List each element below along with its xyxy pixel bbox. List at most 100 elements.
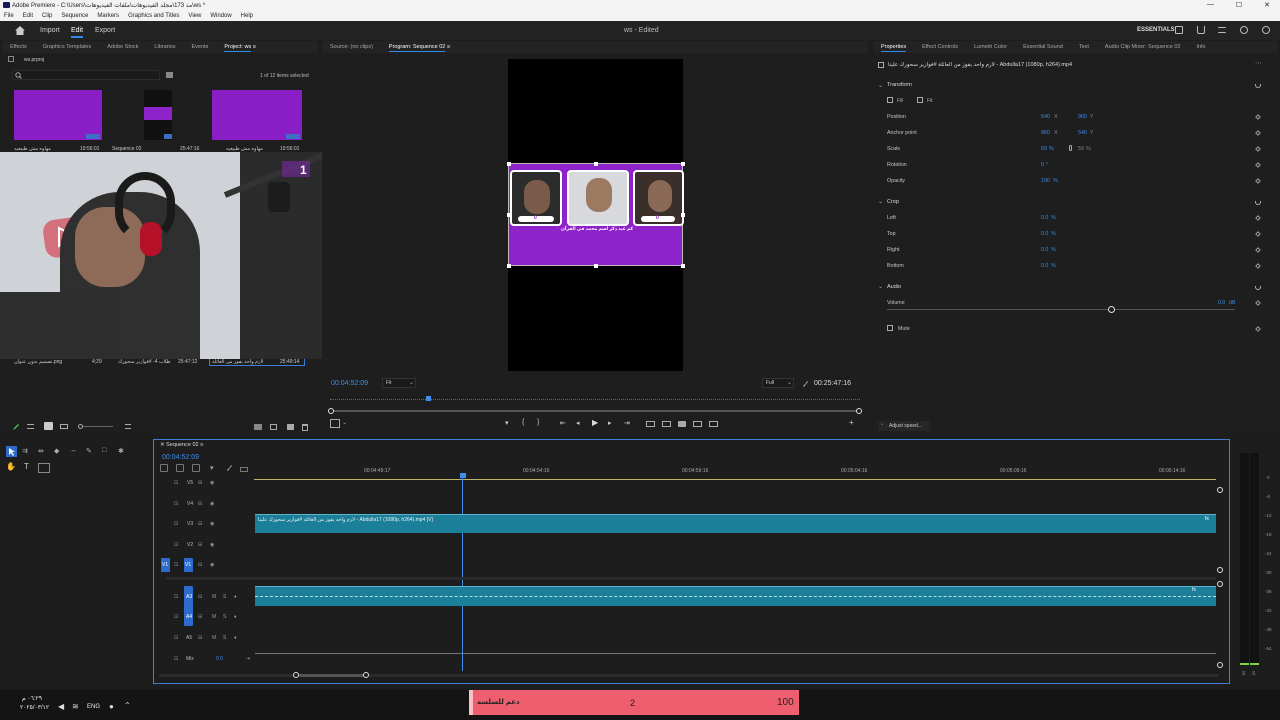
keyframe-icon[interactable] <box>1255 300 1261 306</box>
selected-clip-transform-box[interactable]: 0 كم عيد ذكر اسم محمد في القرآن 0 <box>507 162 685 268</box>
safe-margins-button[interactable] <box>330 419 340 428</box>
menu-edit[interactable]: Edit <box>23 13 33 19</box>
lock-icon[interactable]: ⊡ <box>174 480 178 486</box>
volume-slider-handle[interactable] <box>1108 306 1115 313</box>
sync-lock-icon[interactable]: ⊟ <box>198 501 202 507</box>
timeline-timecode[interactable]: 00:04:52:09 <box>162 454 199 461</box>
eye-icon[interactable]: ◉ <box>210 521 214 527</box>
work-area-bar[interactable] <box>254 479 1216 480</box>
eye-icon[interactable]: ◉ <box>210 562 214 568</box>
track-select-icon[interactable]: ⇉ <box>22 447 28 455</box>
crop-bottom-value[interactable]: 0.0 <box>1041 263 1048 269</box>
microphone-icon[interactable]: ● <box>109 702 114 711</box>
transform-handle-br[interactable] <box>681 264 685 268</box>
lock-icon[interactable]: ⊡ <box>174 656 178 662</box>
type-tool-icon[interactable]: T <box>24 462 29 471</box>
razor-icon[interactable]: ◆ <box>54 447 59 455</box>
scale-value[interactable]: 59 <box>1041 146 1047 152</box>
keyframe-icon[interactable] <box>1255 247 1261 253</box>
mute-checkbox[interactable] <box>887 325 893 331</box>
tab-events[interactable]: Events <box>184 44 217 50</box>
video-scroll-handle-top[interactable] <box>1217 487 1223 493</box>
profile-icon[interactable] <box>1262 26 1270 34</box>
new-bin-icon[interactable] <box>166 72 173 78</box>
share-icon[interactable] <box>1197 26 1205 34</box>
menu-file[interactable]: File <box>4 13 14 19</box>
reset-icon[interactable] <box>1255 84 1261 88</box>
solo-right-button[interactable]: S <box>1252 671 1255 677</box>
more-options-icon[interactable]: ⋯ <box>1255 59 1262 67</box>
zoom-slider-track[interactable] <box>83 426 113 427</box>
playhead-timecode[interactable]: 00:04:52:09 <box>331 380 368 387</box>
crop-right-value[interactable]: 0.0 <box>1041 247 1048 253</box>
wrench-icon[interactable] <box>802 380 809 387</box>
adjust-speed-button[interactable]: ◔ Adjust speed... <box>878 421 930 431</box>
audio-clip-a3[interactable]: fx <box>255 586 1216 606</box>
keyframe-icon[interactable] <box>1255 162 1261 168</box>
item-name[interactable]: تصميم بدون عنوان.png <box>14 359 62 365</box>
tab-effects[interactable]: Effects <box>2 44 35 50</box>
project-item[interactable]: مهاوه مش طبيعيه 19:56:01 <box>14 90 104 152</box>
tab-text[interactable]: Text <box>1071 44 1097 50</box>
tab-lumetri-color[interactable]: Lumetri Color <box>966 44 1015 50</box>
tab-project[interactable]: Project: ws ≡ <box>216 44 264 52</box>
lock-icon[interactable]: ⊡ <box>174 562 178 568</box>
rectangle-tool-icon[interactable]: □ <box>102 447 106 454</box>
lock-icon[interactable]: ⊡ <box>174 542 178 548</box>
solo-s-button[interactable]: S <box>223 594 226 600</box>
camera-icon[interactable] <box>678 421 686 427</box>
linked-selection-icon[interactable] <box>192 464 200 472</box>
fill-label[interactable]: Fill <box>897 98 903 104</box>
opacity-value[interactable]: 100 <box>1041 178 1050 184</box>
pencil-icon[interactable] <box>12 423 20 431</box>
timeline-playhead-line[interactable] <box>462 478 463 671</box>
mark-out-icon[interactable]: } <box>537 419 539 426</box>
mute-label[interactable]: Mute <box>898 326 910 332</box>
mic-icon[interactable]: ♦ <box>234 594 237 600</box>
tab-graphics-templates[interactable]: Graphics Templates <box>35 44 100 50</box>
new-item-button[interactable] <box>270 424 277 430</box>
sync-lock-icon[interactable]: ⊟ <box>198 562 202 568</box>
mute-m-button[interactable]: M <box>212 594 216 600</box>
tab-properties[interactable]: Properties <box>873 44 914 52</box>
maximize-button[interactable]: ☐ <box>1236 1 1242 9</box>
slip-icon[interactable]: ↔ <box>70 447 77 454</box>
project-search-input[interactable] <box>12 70 160 80</box>
source-patch-v1[interactable]: V1 <box>161 558 170 572</box>
language-indicator[interactable]: ENG <box>87 704 100 710</box>
keyframe-icon[interactable] <box>1255 114 1261 120</box>
volume-slider-track[interactable] <box>887 309 1235 310</box>
speaker-icon[interactable]: ◀ <box>58 702 64 711</box>
help-icon[interactable] <box>1240 26 1248 34</box>
comparison-view-icon[interactable] <box>693 421 702 427</box>
solo-left-button[interactable]: S <box>1242 671 1245 677</box>
transform-handle-r[interactable] <box>681 213 685 217</box>
reset-icon[interactable] <box>1255 201 1261 205</box>
menu-help[interactable]: Help <box>241 13 253 19</box>
minimize-button[interactable]: — <box>1207 1 1214 9</box>
mic-icon[interactable]: ♦ <box>234 635 237 641</box>
transcript-icon[interactable] <box>38 463 50 473</box>
mic-icon[interactable]: ♦ <box>234 614 237 620</box>
play-icon[interactable]: ▶ <box>592 418 598 427</box>
chevron-up-icon[interactable]: ⌃ <box>124 701 131 710</box>
freeform-view-icon[interactable] <box>60 424 68 429</box>
mute-m-button[interactable]: M <box>212 614 216 620</box>
chevron-down-icon[interactable]: ⌄ <box>878 283 883 290</box>
keyframe-icon[interactable] <box>1255 146 1261 152</box>
menu-window[interactable]: Window <box>210 13 231 19</box>
add-marker-icon[interactable]: ▾ <box>210 464 214 472</box>
nav-edit[interactable]: Edit <box>71 27 84 38</box>
menu-sequence[interactable]: Sequence <box>61 13 88 19</box>
timeline-playhead-head[interactable] <box>460 473 466 478</box>
keyframe-icon[interactable] <box>1255 263 1261 269</box>
video-clip-v3[interactable]: لازم واحد يفوز من العائلة #فوازير سحورك … <box>255 514 1216 533</box>
tab-audio-clip-mixer[interactable]: Audio Clip Mixer: Sequence 02 <box>1097 44 1189 50</box>
nav-export[interactable]: Export <box>95 27 115 34</box>
find-button[interactable] <box>287 424 294 430</box>
audio-heading[interactable]: Audio <box>887 284 901 290</box>
close-button[interactable]: ✕ <box>1264 1 1270 9</box>
position-y-value[interactable]: 960 <box>1078 114 1087 120</box>
sort-icon[interactable] <box>125 424 131 429</box>
gear-icon[interactable]: ✱ <box>118 447 124 455</box>
